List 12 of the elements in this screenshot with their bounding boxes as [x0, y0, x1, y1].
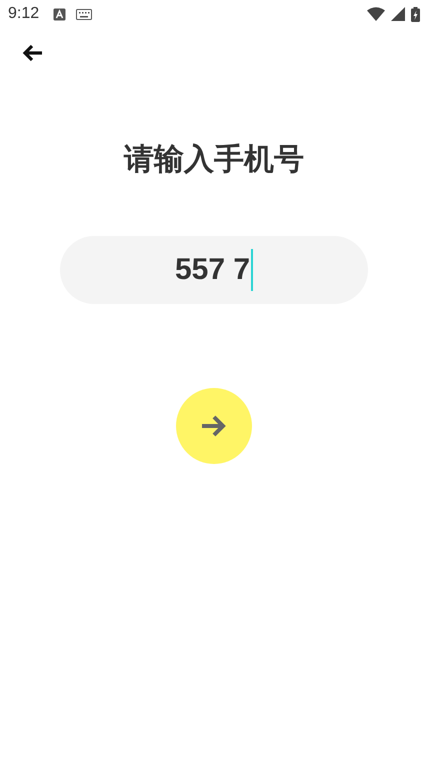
phone-number-value: 557 7 [174, 253, 250, 287]
page-title: 请输入手机号 [124, 141, 304, 179]
phone-input-field[interactable]: 557 7 [60, 236, 368, 304]
wifi-icon [367, 7, 385, 21]
text-cursor [251, 249, 254, 291]
font-app-icon [53, 8, 66, 20]
keyboard-icon [76, 8, 92, 20]
status-time: 9:12 [8, 5, 40, 23]
arrow-right-icon [200, 414, 228, 438]
signal-icon [391, 7, 405, 21]
battery-icon [411, 6, 420, 22]
back-arrow-icon [22, 44, 44, 62]
